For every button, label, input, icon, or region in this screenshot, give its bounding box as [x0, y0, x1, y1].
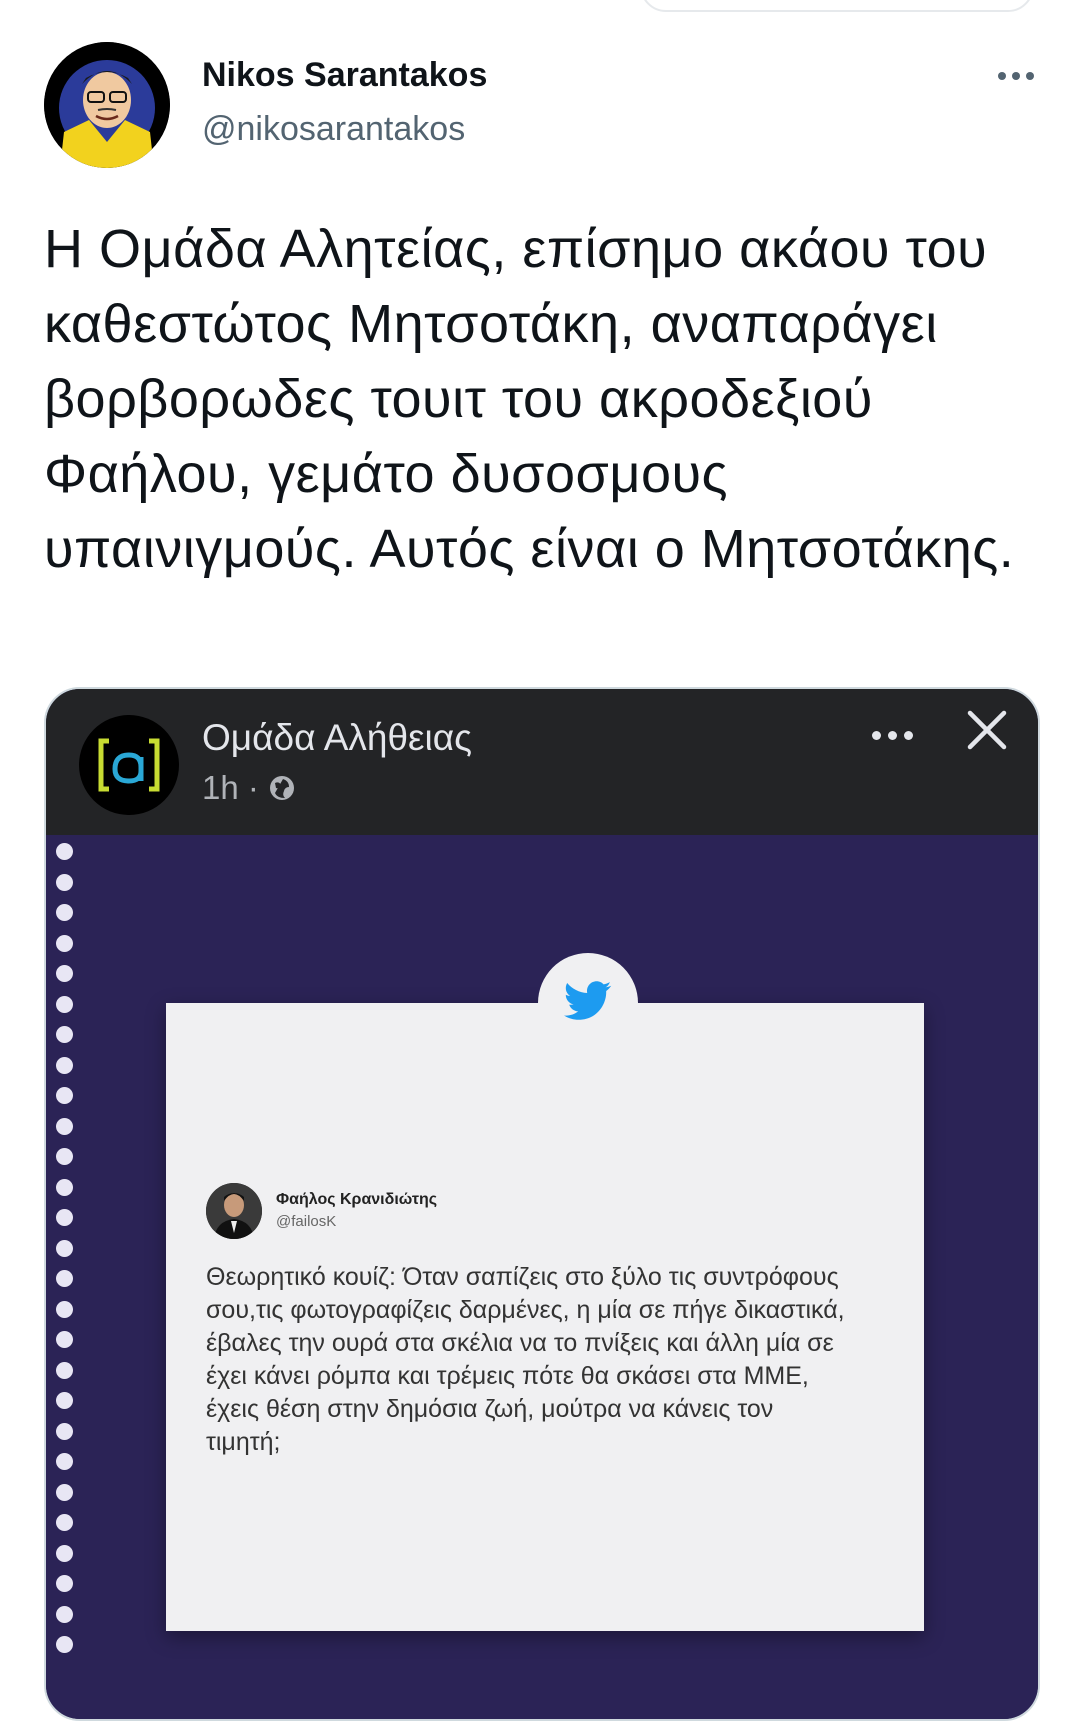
embedded-author-name: Φαήλος Κρανιδιώτης	[276, 1191, 438, 1208]
more-dot	[1012, 72, 1020, 80]
twitter-bird-icon	[564, 981, 612, 1020]
tweet-text: Η Ομάδα Αλητείας, επίσημο ακάου του καθε…	[44, 219, 1015, 579]
tweet-media-image[interactable]: Ομάδα Αλήθειας 1h · Φαήλος Κρανιδιώτης @…	[44, 687, 1040, 1721]
decorative-dots	[56, 843, 86, 1667]
person-photo-icon	[206, 1183, 262, 1239]
embedded-author-avatar	[206, 1183, 262, 1239]
more-dot	[888, 730, 897, 740]
author-avatar[interactable]	[44, 42, 170, 168]
twitter-badge	[538, 953, 638, 1053]
more-dot	[904, 730, 913, 740]
embedded-author-handle: @failosK	[276, 1213, 337, 1230]
page-name: Ομάδα Αλήθειας	[202, 717, 472, 758]
avatar-caricature-icon	[44, 42, 170, 168]
page-logo	[79, 715, 179, 815]
globe-icon	[269, 776, 294, 800]
quote-graphic: Φαήλος Κρανιδιώτης @failosK Θεωρητικό κο…	[46, 835, 1038, 1719]
more-dot	[872, 730, 881, 740]
embedded-tweet-card: Φαήλος Κρανιδιώτης @failosK Θεωρητικό κο…	[166, 1003, 924, 1631]
more-dot	[998, 72, 1006, 80]
post-time-text: 1h ·	[202, 769, 259, 806]
post-more-icon	[872, 725, 928, 745]
alitheia-logo-icon	[98, 738, 160, 792]
facebook-post-header: Ομάδα Αλήθειας 1h ·	[46, 689, 1038, 835]
more-dot	[1026, 72, 1034, 80]
close-icon	[967, 710, 1007, 750]
author-name[interactable]: Nikos Sarantakos	[202, 56, 487, 95]
more-options-icon[interactable]	[986, 58, 1046, 94]
author-handle[interactable]: @nikosarantakos	[202, 110, 465, 149]
top-partial-button[interactable]	[640, 0, 1034, 12]
embedded-tweet-text: Θεωρητικό κουίζ: Όταν σαπίζεις στο ξύλο …	[206, 1263, 845, 1456]
post-time: 1h ·	[202, 769, 297, 807]
